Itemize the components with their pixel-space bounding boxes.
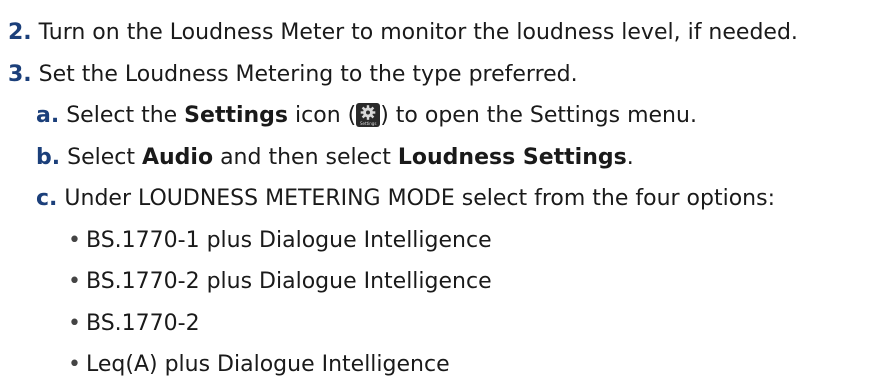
list-item: • BS.1770-2 [68, 311, 200, 337]
substep-letter: a. [36, 103, 60, 128]
step-text: Set the Loudness Metering to the type pr… [38, 62, 578, 87]
substep-text: Select the [66, 103, 178, 128]
step-text: Turn on the Loudness Meter to monitor th… [38, 20, 798, 45]
substep-letter: c. [36, 186, 58, 211]
substep-text: . [626, 145, 634, 170]
substep-letter: b. [36, 145, 61, 170]
settings-gear-icon: Settings [356, 103, 381, 127]
bullet: • [68, 228, 81, 253]
bullet: • [68, 352, 81, 377]
substep-a: a. Select the Settings icon ( Settings) … [36, 103, 697, 129]
list-item: • Leq(A) plus Dialogue Intelligence [68, 352, 450, 378]
step-3: 3. Set the Loudness Metering to the type… [8, 62, 578, 88]
substep-b: b. Select Audio and then select Loudness… [36, 145, 634, 171]
step-2: 2. Turn on the Loudness Meter to monitor… [8, 20, 798, 46]
substep-text: and then select [220, 145, 391, 170]
substep-text: icon ( [295, 103, 357, 128]
step-number: 3. [8, 62, 32, 87]
option-text: Leq(A) plus Dialogue Intelligence [86, 352, 450, 377]
list-item: • BS.1770-1 plus Dialogue Intelligence [68, 228, 492, 254]
step-number: 2. [8, 20, 32, 45]
audio-label: Audio [141, 145, 214, 170]
list-item: • BS.1770-2 plus Dialogue Intelligence [68, 269, 492, 295]
settings-icon-caption: Settings [360, 121, 377, 126]
substep-c: c. Under LOUDNESS METERING MODE select f… [36, 186, 775, 212]
substep-text: Select [67, 145, 135, 170]
option-text: BS.1770-1 plus Dialogue Intelligence [86, 228, 492, 253]
bullet: • [68, 269, 81, 294]
bullet: • [68, 311, 81, 336]
option-text: BS.1770-2 [86, 311, 200, 336]
settings-label: Settings [184, 103, 289, 128]
substep-text: Under LOUDNESS METERING MODE select from… [64, 186, 776, 211]
loudness-settings-label: Loudness Settings [397, 145, 627, 170]
substep-text: ) to open the Settings menu. [380, 103, 697, 128]
option-text: BS.1770-2 plus Dialogue Intelligence [86, 269, 492, 294]
